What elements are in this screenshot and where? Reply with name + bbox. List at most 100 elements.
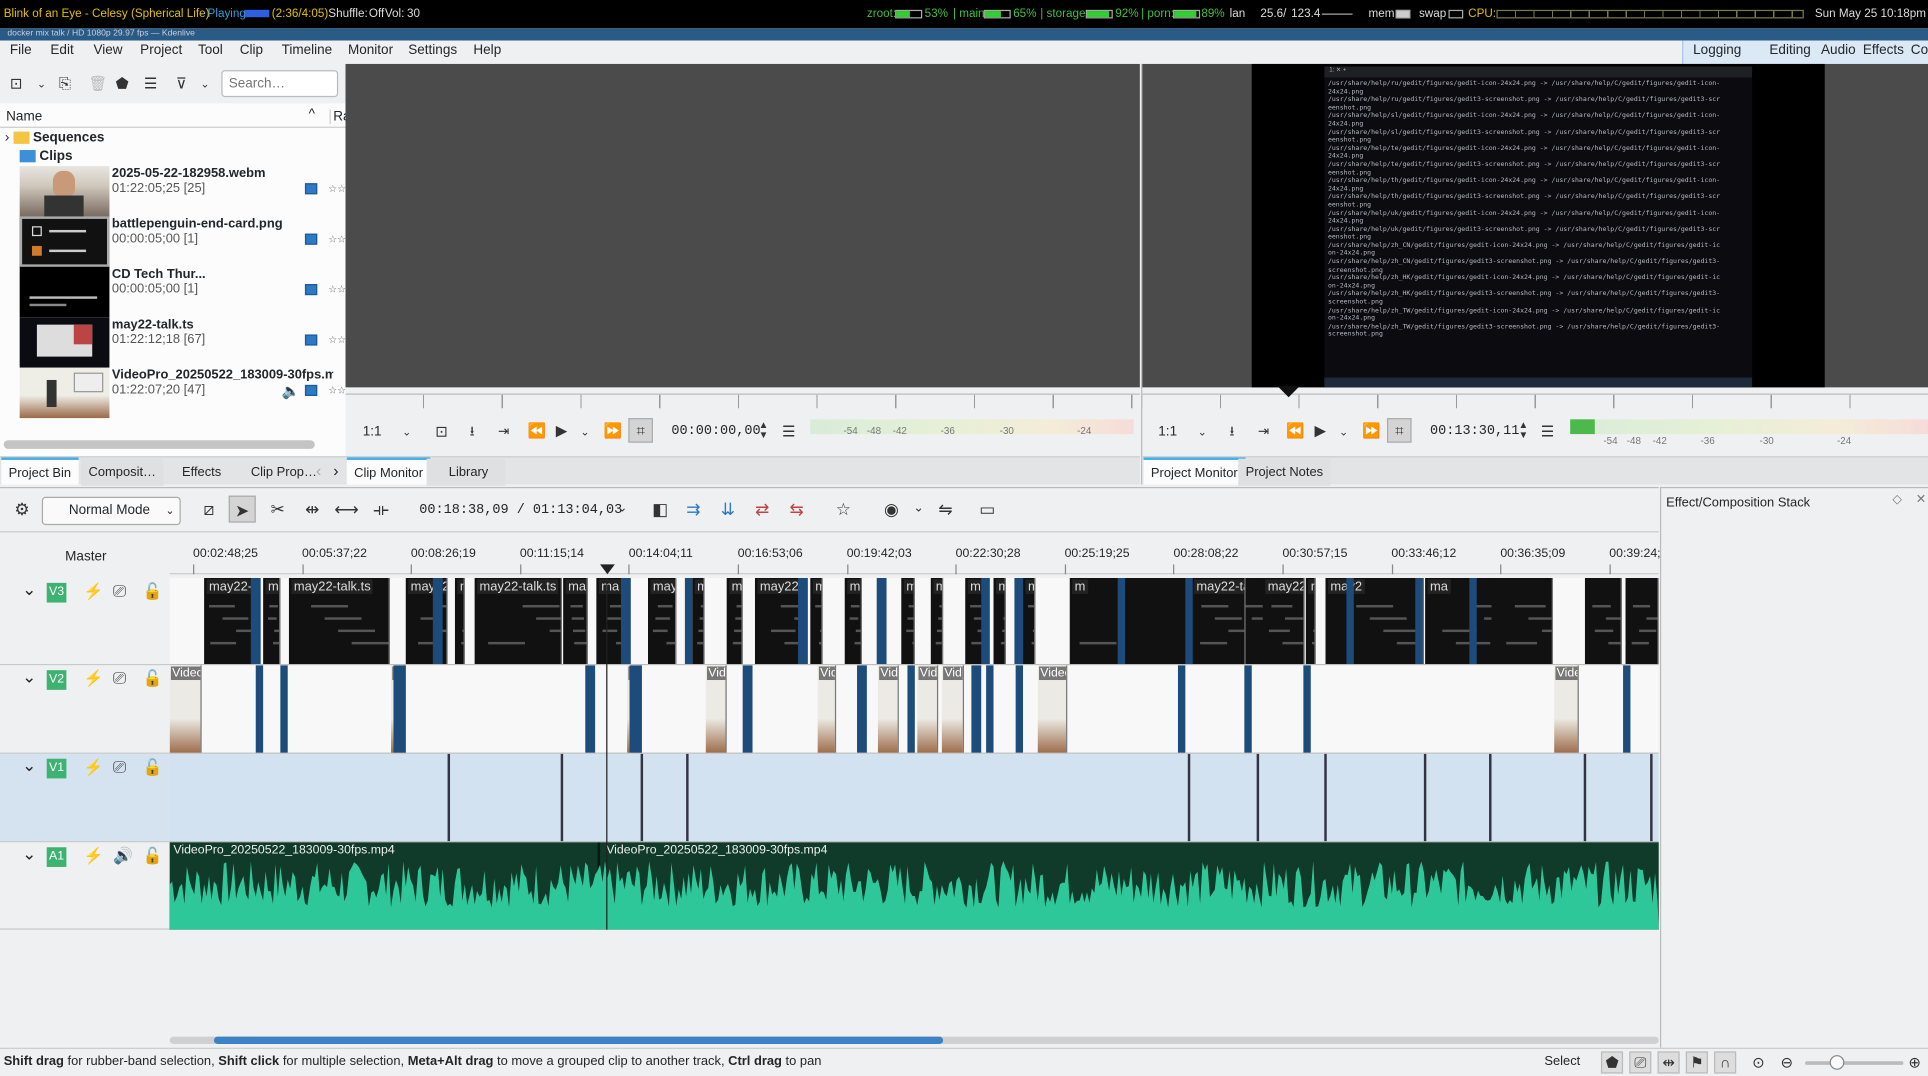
playhead-marker[interactable] (1277, 386, 1300, 398)
rewind-icon[interactable]: ⏪ (527, 421, 545, 441)
close-icon[interactable]: ✕ (1916, 493, 1926, 507)
project-monitor-screen[interactable]: 1: ✕ + /usr/share/help/ru/gedit/figures/… (1142, 63, 1928, 388)
ripple-tool-icon[interactable]: ⟷ (333, 496, 360, 523)
collapse-icon[interactable]: ⌄ (22, 755, 36, 776)
float-panel-icon[interactable]: ◇ (1892, 493, 1901, 507)
video-clip[interactable] (563, 754, 640, 841)
scrollbar-thumb[interactable] (213, 1036, 944, 1045)
sort-up-icon[interactable]: ^ (309, 107, 315, 122)
tab-clip-properties[interactable]: Clip Prop… (243, 459, 324, 486)
video-clip[interactable]: Vid (941, 665, 965, 753)
menu-project[interactable]: Project (140, 43, 182, 58)
snap-magnet-icon[interactable]: ∩ (1714, 1051, 1737, 1074)
chevron-right-icon[interactable]: › (5, 130, 10, 145)
tab-project-bin[interactable]: Project Bin (1, 457, 79, 485)
col-name-header[interactable]: Name (6, 109, 42, 124)
rating-stars[interactable]: ☆☆ (328, 284, 346, 295)
video-clip[interactable] (450, 754, 561, 841)
chevron-down-icon[interactable]: ⌄ (1339, 422, 1348, 442)
video-clip-icon[interactable] (304, 334, 318, 346)
fast-forward-icon[interactable]: ⏩ (1362, 421, 1380, 441)
video-clip[interactable]: Vid (705, 665, 727, 753)
project-monitor-ruler[interactable] (1142, 393, 1928, 409)
video-clip[interactable]: may22-tal (1262, 577, 1305, 665)
collapse-icon[interactable]: ⌄ (22, 666, 36, 687)
video-clip[interactable]: ma (901, 577, 915, 665)
project-monitor-timecode[interactable]: 00:13:30,11 (1430, 424, 1519, 439)
menu-clip[interactable]: Clip (240, 43, 263, 58)
tag-icon[interactable]: ⬟ (116, 74, 129, 94)
fast-forward-icon[interactable]: ⏩ (604, 421, 622, 441)
video-clip[interactable]: m (810, 577, 823, 665)
lock-icon[interactable]: 🔓 (143, 846, 163, 866)
tab-project-monitor[interactable]: Project Monitor (1143, 457, 1246, 485)
audio-clip-icon[interactable]: 🔈 (282, 382, 300, 399)
video-clip[interactable] (643, 754, 686, 841)
video-clip[interactable]: may22- (754, 577, 805, 665)
effects-wand-icon[interactable]: ⚡ (84, 846, 104, 866)
timecode-spinner-icon[interactable]: ▲ ▼ (759, 420, 769, 441)
rating-stars[interactable]: ☆☆ (328, 234, 346, 245)
video-clip[interactable]: ma (263, 577, 281, 665)
subtitle-icon[interactable]: ▭ (974, 496, 1001, 523)
video-clip[interactable] (1190, 754, 1256, 841)
video-clip[interactable]: may22-talk.ts (1191, 577, 1246, 665)
chevron-down-icon[interactable]: ⌄ (580, 422, 589, 442)
timeline-position[interactable]: 00:18:38,09 / 01:13:04,03 (419, 503, 622, 518)
favorite-icon[interactable]: ☆ (830, 496, 857, 523)
clip-monitor-ruler[interactable] (345, 393, 1140, 409)
video-clip[interactable] (1492, 754, 1584, 841)
video-clip[interactable]: ma (563, 577, 588, 665)
menu-view[interactable]: View (93, 43, 122, 58)
folder-sequences[interactable]: › Sequences (5, 130, 104, 145)
video-clip[interactable]: Video (1037, 665, 1068, 753)
video-clip[interactable] (1327, 754, 1424, 841)
menu-icon[interactable]: ☰ (144, 74, 157, 94)
video-clip[interactable] (689, 754, 1188, 841)
video-clip[interactable]: ma (844, 577, 862, 665)
video-clip[interactable]: Videc (169, 665, 202, 753)
edit-mode-select[interactable]: Normal Mode ⌄ (41, 496, 181, 526)
video-clip[interactable]: m (1069, 577, 1282, 665)
set-out-point-icon[interactable]: ⇥ (498, 422, 509, 442)
set-in-point-icon[interactable]: ⭳ (470, 422, 475, 442)
set-in-point-icon[interactable]: ⭳ (1230, 422, 1235, 442)
zoom-select[interactable]: 1:1 (1158, 424, 1177, 439)
rating-stars[interactable]: ☆☆ (328, 334, 346, 345)
chevron-down-icon[interactable]: ⌄ (905, 496, 932, 523)
timeline-ruler[interactable]: 00:02:48;25 00:05:37;22 00:08:26;19 00:11:1… (169, 537, 1661, 575)
track-name[interactable]: A1 (46, 847, 67, 867)
zoom-in-icon[interactable]: ⊕ (1908, 1053, 1920, 1073)
crop-icon[interactable]: ⌗ (1386, 418, 1412, 443)
hide-track-icon[interactable]: ⎚ (113, 757, 126, 777)
fit-frame-icon[interactable]: ⊡ (435, 422, 447, 442)
bin-clip-item[interactable]: CD Tech Thur... 00:00:05;00 [1] ☆☆ (19, 266, 346, 318)
video-clip[interactable] (170, 754, 448, 841)
rating-stars[interactable]: ☆☆ (328, 183, 346, 194)
lock-icon[interactable]: 🔓 (143, 669, 163, 689)
thumbnail-icon[interactable]: ⎚ (1629, 1051, 1652, 1074)
hide-track-icon[interactable]: ⎚ (113, 582, 126, 602)
track-v2[interactable]: VidecViViVidVidVidVidVidVideoVide (169, 665, 1659, 754)
video-clip[interactable]: ma (726, 577, 743, 665)
lift-icon[interactable]: ⇆ (783, 496, 810, 523)
spacer-tool-icon[interactable]: ⟛ (368, 496, 395, 523)
bin-clip-item[interactable]: battlepenguin-end-card.png 00:00:05;00 [… (19, 216, 346, 267)
video-clip[interactable]: Vid (917, 665, 939, 753)
insert-clip-icon[interactable]: ⇉ (680, 496, 707, 523)
delete-icon[interactable]: 🗑 (89, 74, 108, 94)
rewind-icon[interactable]: ⏪ (1286, 421, 1304, 441)
menu-monitor[interactable]: Monitor (348, 43, 393, 58)
video-clip[interactable]: Vide (1554, 665, 1579, 753)
track-name[interactable]: V3 (46, 582, 67, 603)
chevron-down-icon[interactable]: ⌄ (200, 74, 209, 94)
video-clip-icon[interactable] (304, 284, 318, 296)
lock-icon[interactable]: 🔓 (143, 757, 163, 777)
tab-clip-monitor[interactable]: Clip Monitor (346, 457, 431, 485)
slip-tool-icon[interactable]: ⇹ (299, 496, 326, 523)
effects-wand-icon[interactable]: ⚡ (84, 669, 104, 689)
video-clip[interactable] (1259, 754, 1324, 841)
video-clip[interactable] (1584, 577, 1622, 665)
tab-effects[interactable]: Effects (175, 459, 229, 486)
menu-icon[interactable]: ☰ (782, 422, 795, 442)
